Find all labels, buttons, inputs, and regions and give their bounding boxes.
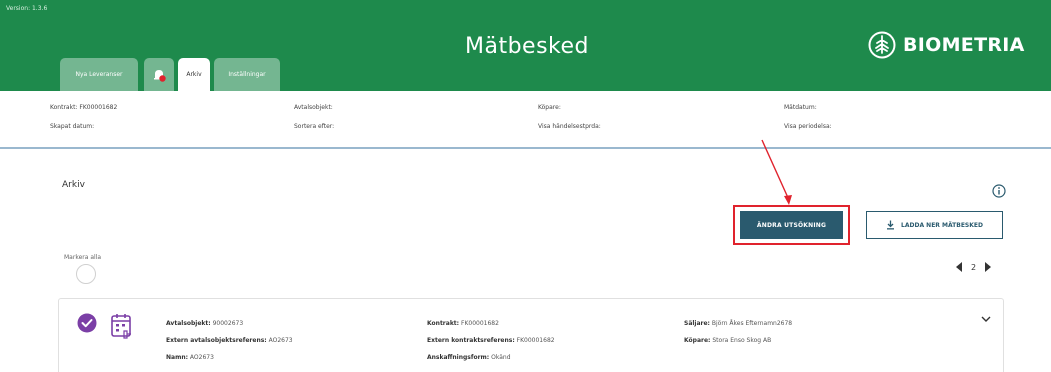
card-kopare: Köpare: Stora Enso Skog AB [684,337,771,344]
calendar-document-icon [111,314,131,339]
download-icon [887,220,895,230]
biometria-logo-icon [868,31,896,59]
field-value: Okänd [491,354,511,361]
app-header: Version: 1.3.6 Mätbesked BIOMETRIA Nya L… [0,0,1051,91]
field-value: AO2673 [268,337,293,344]
field-value: FK00001682 [461,320,499,327]
ladda-ner-matbesked-button[interactable]: LADDA NER MÄTBESKED [866,211,1003,239]
field-key: Extern avtalsobjektsreferens: [166,337,267,344]
tab-arkiv[interactable]: Arkiv [178,58,210,91]
section-title-arkiv: Arkiv [62,180,85,190]
card-anskaffningsform: Anskaffningsform: Okänd [427,354,511,361]
field-value: AO2673 [189,354,214,361]
card-extern-kontraktsreferens: Extern kontraktsreferens: FK00001682 [427,337,555,344]
field-key: Extern kontraktsreferens: [427,337,515,344]
next-page-icon[interactable] [984,262,992,272]
field-key: Namn: [166,354,188,361]
field-value: Björn Åkes Efternamn2678 [711,320,793,327]
brand-name: BIOMETRIA [903,34,1025,56]
tab-label: Arkiv [186,71,202,78]
card-avtalsobjekt: Avtalsobjekt: 90002673 [166,320,243,327]
info-kopare: Köpare: [538,104,561,111]
field-value: Stora Enso Skog AB [712,337,772,344]
info-kontrakt: Kontrakt: FK00001682 [50,104,118,111]
info-avtalsobjekt: Avtalsobjekt: [294,104,333,111]
pagination: 2 [955,262,992,272]
version-label: Version: 1.3.6 [6,5,48,12]
ladda-button-label: LADDA NER MÄTBESKED [901,221,983,229]
current-page: 2 [971,262,977,272]
card-extern-avtalsobjektsreferens: Extern avtalsobjektsreferens: AO2673 [166,337,293,344]
checked-circle-icon[interactable] [77,313,97,333]
chevron-down-icon[interactable] [981,316,991,323]
info-sortera-efter: Sortera efter: [294,123,335,130]
mark-all-checkbox[interactable] [76,264,96,284]
card-saljare: Säljare: Björn Åkes Efternamn2678 [684,320,792,327]
info-visa-period: Visa periodelsa: [784,123,832,130]
tab-label: Inställningar [228,71,266,78]
tab-label: Nya Leveranser [75,71,123,78]
field-key: Kontrakt: [427,320,460,327]
field-value: FK00001682 [516,337,555,344]
field-key: Anskaffningsform: [427,354,490,361]
prev-page-icon[interactable] [955,262,963,272]
highlight-box [733,205,850,245]
card-namn: Namn: AO2673 [166,354,214,361]
page-title: Mätbesked [465,34,590,59]
field-key: Köpare: [684,337,711,344]
info-circle-icon[interactable] [992,184,1006,198]
info-skapat-datum: Skapat datum: [50,123,95,130]
info-matdatum: Mätdatum: [784,104,817,111]
info-visa-handelser: Visa händelsestprda: [538,123,601,130]
tab-installningar[interactable]: Inställningar [214,58,280,91]
tab-nya-leveranser[interactable]: Nya Leveranser [60,58,138,91]
biometria-logo: BIOMETRIA [868,31,1025,59]
field-key: Avtalsobjekt: [166,320,211,327]
field-key: Säljare: [684,320,710,327]
tab-notifications[interactable] [144,58,174,91]
search-criteria-panel: Kontrakt: FK00001682 Avtalsobjekt: Köpar… [0,91,1051,149]
mark-all-label: Markera alla [64,254,102,261]
notification-bell-icon [154,69,166,82]
field-value: 90002673 [212,320,244,327]
card-kontrakt: Kontrakt: FK00001682 [427,320,499,327]
